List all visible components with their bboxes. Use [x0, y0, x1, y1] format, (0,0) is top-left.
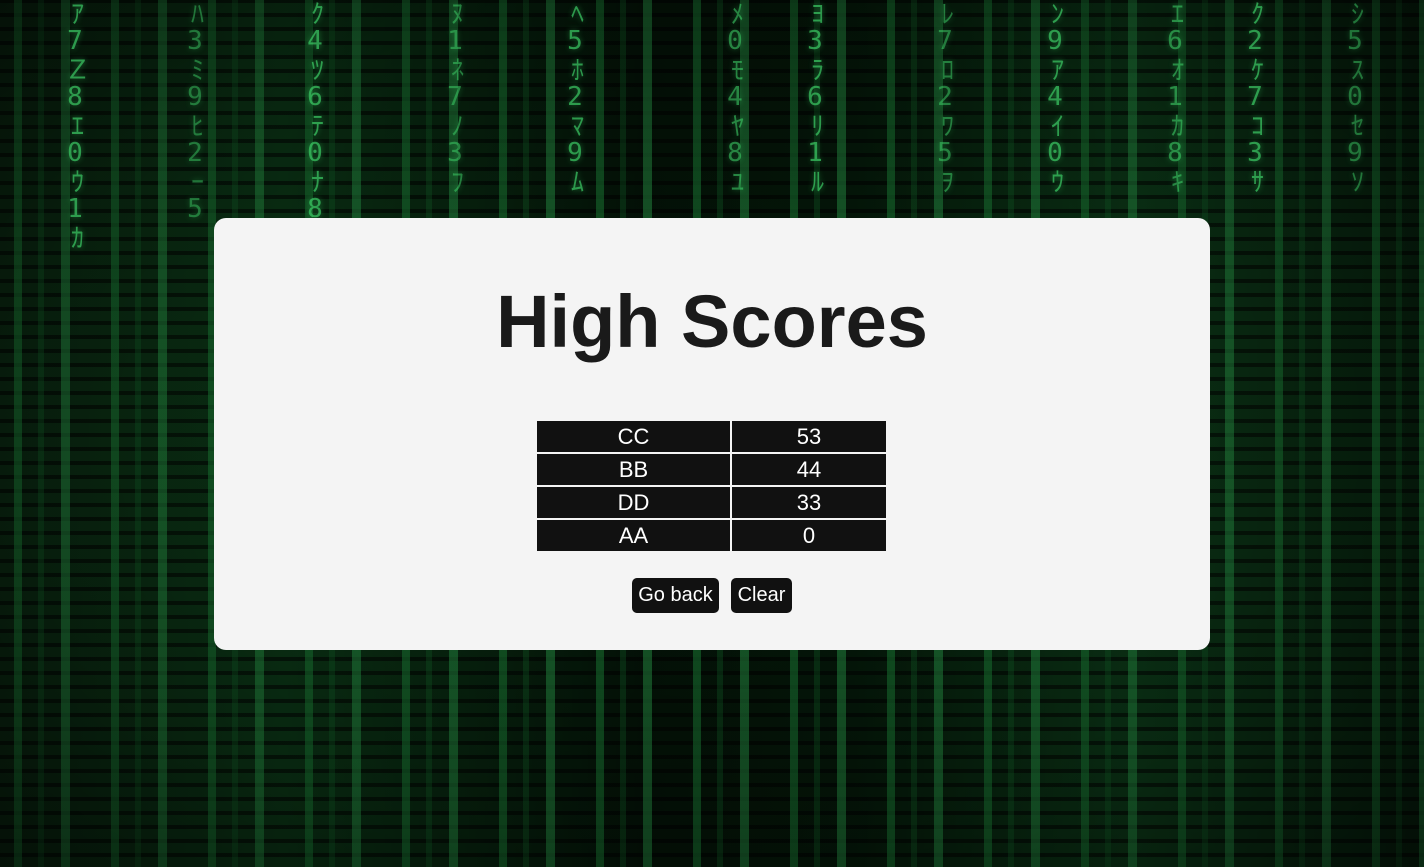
go-back-button[interactable]: Go back: [632, 578, 719, 613]
table-row: AA 0: [537, 520, 886, 551]
matrix-code-column: ｱ7Ｚ8ｴ0ｳ1ｶ: [60, 0, 90, 250]
score-value: 0: [732, 520, 886, 551]
score-initials: DD: [537, 487, 730, 518]
table-row: DD 33: [537, 487, 886, 518]
clear-button[interactable]: Clear: [731, 578, 792, 613]
matrix-code-column: ﾊ3ﾐ9ﾋ2ｰ5: [180, 0, 210, 224]
score-value: 33: [732, 487, 886, 518]
score-initials: BB: [537, 454, 730, 485]
matrix-code-column: ｼ5ｽ0ｾ9ｿ: [1340, 0, 1370, 194]
page-title: High Scores: [496, 280, 928, 363]
table-row: BB 44: [537, 454, 886, 485]
score-value: 44: [732, 454, 886, 485]
score-initials: AA: [537, 520, 730, 551]
matrix-code-column: ｸ2ｹ7ｺ3ｻ: [1240, 0, 1270, 194]
score-initials: CC: [537, 421, 730, 452]
table-row: CC 53: [537, 421, 886, 452]
score-value: 53: [732, 421, 886, 452]
high-scores-table: CC 53 BB 44 DD 33 AA 0: [535, 419, 888, 553]
